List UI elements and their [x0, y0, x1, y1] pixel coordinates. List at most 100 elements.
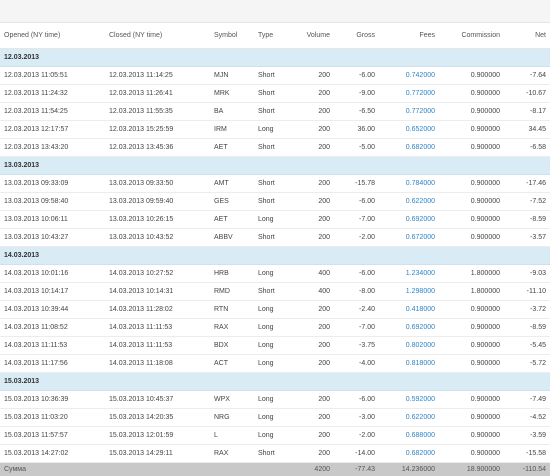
symbol-cell: RMD — [210, 283, 254, 301]
gross-cell: -3.75 — [334, 337, 379, 355]
type-cell: Short — [254, 193, 294, 211]
trade-row[interactable]: 12.03.2013 13:43:2012.03.2013 13:45:36AE… — [0, 139, 550, 157]
fees-cell: 0.688000 — [379, 427, 439, 445]
closed-cell: 14.03.2013 11:18:08 — [105, 355, 210, 373]
col-volume[interactable]: Volume — [294, 23, 334, 49]
trade-row[interactable]: 13.03.2013 10:43:2713.03.2013 10:43:52AB… — [0, 229, 550, 247]
volume-cell: 200 — [294, 337, 334, 355]
commission-cell: 0.900000 — [439, 121, 504, 139]
closed-cell: 15.03.2013 12:01:59 — [105, 427, 210, 445]
symbol-cell: L — [210, 427, 254, 445]
net-cell: -8.17 — [504, 103, 550, 121]
opened-cell: 13.03.2013 09:33:09 — [0, 175, 105, 193]
commission-cell: 0.900000 — [439, 85, 504, 103]
gross-cell: -9.00 — [334, 85, 379, 103]
col-closed[interactable]: Closed (NY time) — [105, 23, 210, 49]
trade-row[interactable]: 12.03.2013 12:17:5712.03.2013 15:25:59IR… — [0, 121, 550, 139]
commission-cell: 0.900000 — [439, 391, 504, 409]
fees-cell: 0.682000 — [379, 445, 439, 463]
date-group-label: 12.03.2013 — [0, 49, 550, 67]
trade-row[interactable]: 13.03.2013 10:06:1113.03.2013 10:26:15AE… — [0, 211, 550, 229]
symbol-cell: MRK — [210, 85, 254, 103]
gross-cell: -6.00 — [334, 193, 379, 211]
commission-cell: 0.900000 — [439, 67, 504, 85]
col-commission[interactable]: Commission — [439, 23, 504, 49]
table-body: 12.03.201312.03.2013 11:05:5112.03.2013 … — [0, 49, 550, 476]
type-cell: Long — [254, 121, 294, 139]
trade-row[interactable]: 14.03.2013 10:14:1714.03.2013 10:14:31RM… — [0, 283, 550, 301]
col-symbol[interactable]: Symbol — [210, 23, 254, 49]
gross-cell: -14.00 — [334, 445, 379, 463]
trade-row[interactable]: 12.03.2013 11:54:2512.03.2013 11:55:35BA… — [0, 103, 550, 121]
trade-row[interactable]: 15.03.2013 11:57:5715.03.2013 12:01:59LL… — [0, 427, 550, 445]
col-net[interactable]: Net — [504, 23, 550, 49]
trade-row[interactable]: 15.03.2013 11:03:2015.03.2013 14:20:35NR… — [0, 409, 550, 427]
closed-cell: 12.03.2013 13:45:36 — [105, 139, 210, 157]
col-fees[interactable]: Fees — [379, 23, 439, 49]
opened-cell: 15.03.2013 10:36:39 — [0, 391, 105, 409]
closed-cell: 15.03.2013 10:45:37 — [105, 391, 210, 409]
date-group-row[interactable]: 12.03.2013 — [0, 49, 550, 67]
closed-cell: 12.03.2013 11:26:41 — [105, 85, 210, 103]
volume-cell: 200 — [294, 301, 334, 319]
net-cell: -3.57 — [504, 229, 550, 247]
gross-cell: -6.00 — [334, 391, 379, 409]
table-header: Opened (NY time) Closed (NY time) Symbol… — [0, 23, 550, 49]
trade-row[interactable]: 13.03.2013 09:33:0913.03.2013 09:33:50AM… — [0, 175, 550, 193]
trade-row[interactable]: 15.03.2013 10:36:3915.03.2013 10:45:37WP… — [0, 391, 550, 409]
trade-row[interactable]: 14.03.2013 10:01:1614.03.2013 10:27:52HR… — [0, 265, 550, 283]
gross-cell: -3.00 — [334, 409, 379, 427]
opened-cell: 14.03.2013 10:39:44 — [0, 301, 105, 319]
type-cell: Long — [254, 427, 294, 445]
net-cell: -17.46 — [504, 175, 550, 193]
trade-row[interactable]: 12.03.2013 11:05:5112.03.2013 11:14:25MJ… — [0, 67, 550, 85]
closed-cell: 13.03.2013 09:59:40 — [105, 193, 210, 211]
commission-cell: 0.900000 — [439, 193, 504, 211]
volume-cell: 200 — [294, 319, 334, 337]
closed-cell: 13.03.2013 10:26:15 — [105, 211, 210, 229]
type-cell: Short — [254, 445, 294, 463]
trade-row[interactable]: 12.03.2013 11:24:3212.03.2013 11:26:41MR… — [0, 85, 550, 103]
col-opened[interactable]: Opened (NY time) — [0, 23, 105, 49]
date-group-row[interactable]: 15.03.2013 — [0, 373, 550, 391]
gross-cell: -6.00 — [334, 67, 379, 85]
volume-cell: 200 — [294, 193, 334, 211]
trade-row[interactable]: 14.03.2013 10:39:4414.03.2013 11:28:02RT… — [0, 301, 550, 319]
closed-cell: 12.03.2013 11:14:25 — [105, 67, 210, 85]
trade-row[interactable]: 15.03.2013 14:27:0215.03.2013 14:29:11RA… — [0, 445, 550, 463]
date-group-row[interactable]: 13.03.2013 — [0, 157, 550, 175]
closed-cell: 14.03.2013 10:14:31 — [105, 283, 210, 301]
fees-cell: 0.622000 — [379, 193, 439, 211]
opened-cell: 14.03.2013 10:14:17 — [0, 283, 105, 301]
symbol-cell: NRG — [210, 409, 254, 427]
symbol-cell: GES — [210, 193, 254, 211]
type-cell: Long — [254, 337, 294, 355]
closed-cell: 12.03.2013 15:25:59 — [105, 121, 210, 139]
gross-cell: -2.00 — [334, 427, 379, 445]
trade-row[interactable]: 14.03.2013 11:17:5614.03.2013 11:18:08AC… — [0, 355, 550, 373]
opened-cell: 15.03.2013 11:57:57 — [0, 427, 105, 445]
opened-cell: 12.03.2013 12:17:57 — [0, 121, 105, 139]
volume-cell: 200 — [294, 139, 334, 157]
trade-row[interactable]: 14.03.2013 11:08:5214.03.2013 11:11:53RA… — [0, 319, 550, 337]
col-type[interactable]: Type — [254, 23, 294, 49]
type-cell: Long — [254, 301, 294, 319]
date-group-row[interactable]: 14.03.2013 — [0, 247, 550, 265]
net-cell: -8.59 — [504, 211, 550, 229]
commission-cell: 0.900000 — [439, 301, 504, 319]
opened-cell: 12.03.2013 13:43:20 — [0, 139, 105, 157]
commission-cell: 0.900000 — [439, 337, 504, 355]
commission-cell: 0.900000 — [439, 427, 504, 445]
gross-cell: -4.00 — [334, 355, 379, 373]
commission-cell: 0.900000 — [439, 355, 504, 373]
gross-cell: -2.00 — [334, 229, 379, 247]
symbol-cell: MJN — [210, 67, 254, 85]
opened-cell: 13.03.2013 10:43:27 — [0, 229, 105, 247]
trade-row[interactable]: 14.03.2013 11:11:5314.03.2013 11:11:53BD… — [0, 337, 550, 355]
type-cell: Short — [254, 67, 294, 85]
total-gross: -77.43 — [334, 463, 379, 476]
opened-cell: 15.03.2013 14:27:02 — [0, 445, 105, 463]
trade-row[interactable]: 13.03.2013 09:58:4013.03.2013 09:59:40GE… — [0, 193, 550, 211]
col-gross[interactable]: Gross — [334, 23, 379, 49]
closed-cell: 14.03.2013 10:27:52 — [105, 265, 210, 283]
